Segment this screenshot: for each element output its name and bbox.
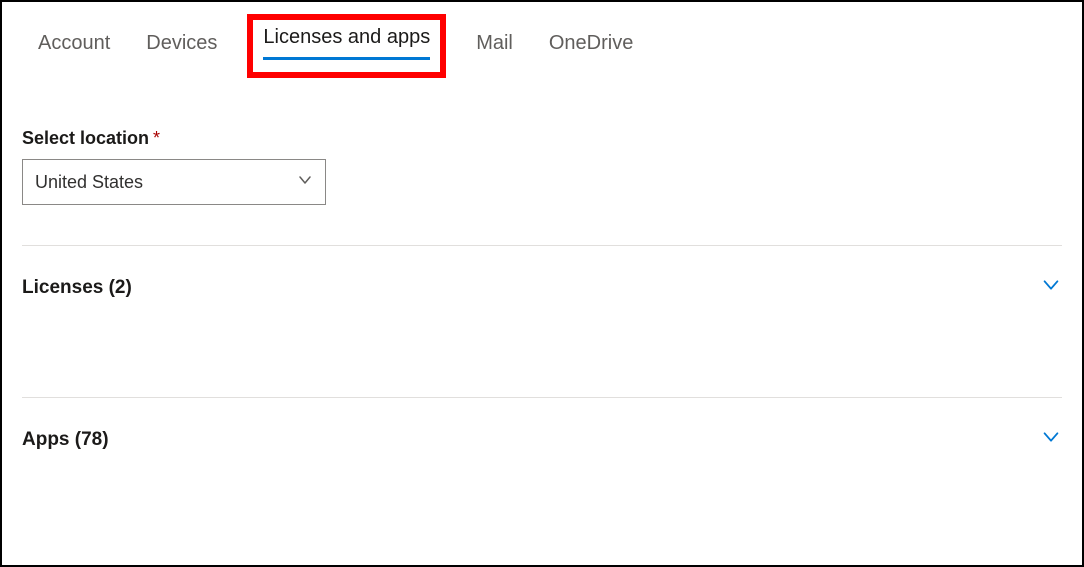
apps-accordion-title: Apps (78) xyxy=(22,429,109,451)
chevron-down-icon xyxy=(1040,274,1062,301)
chevron-down-icon xyxy=(297,172,313,193)
chevron-down-icon xyxy=(1040,426,1062,453)
licenses-accordion-title: Licenses (2) xyxy=(22,277,132,299)
location-select[interactable]: United States xyxy=(22,159,326,205)
location-select-value: United States xyxy=(35,172,143,193)
tab-devices-label: Devices xyxy=(146,32,217,54)
location-label-row: Select location * xyxy=(22,128,1062,149)
tab-account[interactable]: Account xyxy=(36,26,112,67)
tab-onedrive-label: OneDrive xyxy=(549,32,633,54)
tab-onedrive[interactable]: OneDrive xyxy=(547,26,635,67)
location-section: Select location * United States xyxy=(22,128,1062,205)
tab-account-label: Account xyxy=(38,32,110,54)
tab-mail[interactable]: Mail xyxy=(474,26,515,67)
location-label: Select location xyxy=(22,128,149,149)
tab-licenses-and-apps[interactable]: Licenses and apps xyxy=(247,14,446,78)
required-asterisk: * xyxy=(153,128,160,149)
tab-devices[interactable]: Devices xyxy=(144,26,219,67)
apps-accordion[interactable]: Apps (78) xyxy=(22,398,1062,477)
tabs-bar: Account Devices Licenses and apps Mail O… xyxy=(22,20,1062,72)
licenses-accordion[interactable]: Licenses (2) xyxy=(22,246,1062,325)
tab-licenses-and-apps-label: Licenses and apps xyxy=(263,26,430,60)
tab-mail-label: Mail xyxy=(476,32,513,54)
